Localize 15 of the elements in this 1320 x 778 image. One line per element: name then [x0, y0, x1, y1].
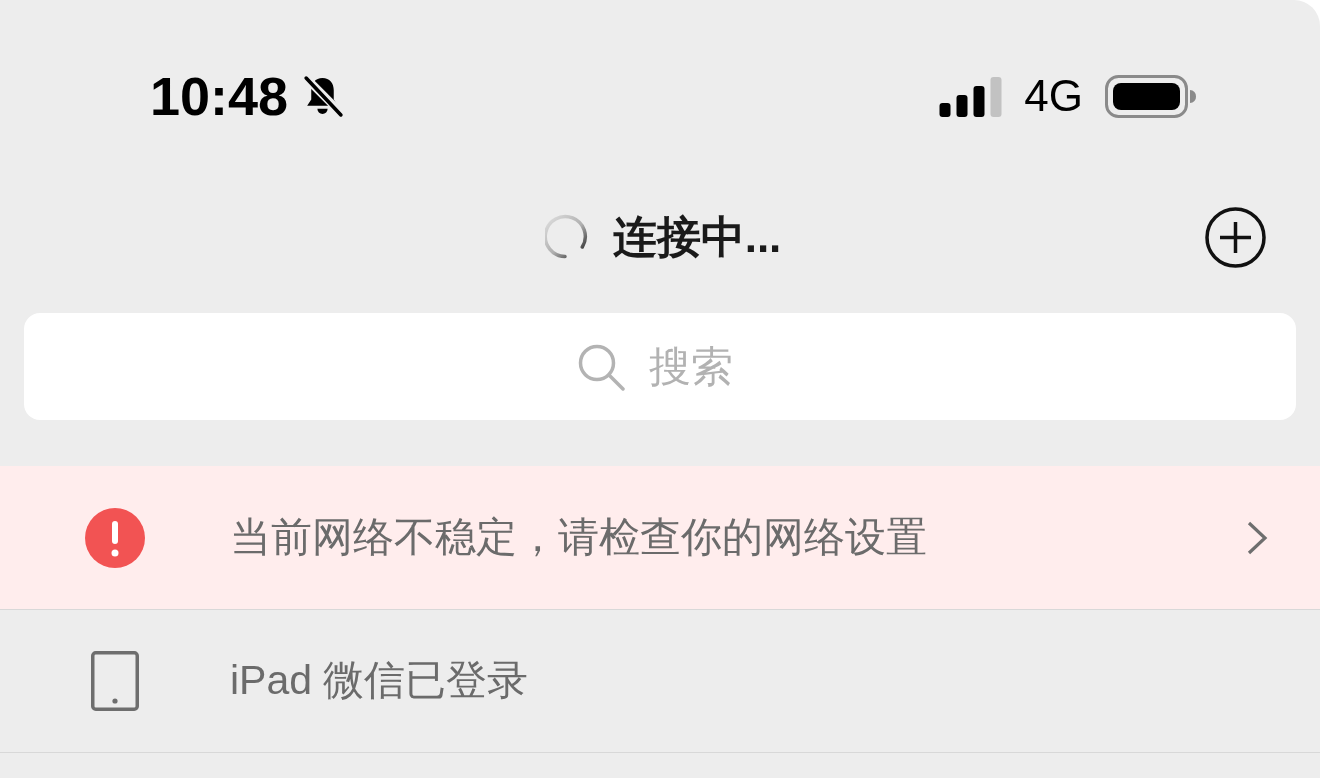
add-icon[interactable]	[1205, 206, 1266, 268]
network-warning-row[interactable]: 当前网络不稳定，请检查你的网络设置	[0, 466, 1320, 610]
battery-icon	[1105, 74, 1197, 118]
exclamation-alert-icon	[85, 507, 145, 568]
device-login-text: iPad 微信已登录	[230, 656, 530, 706]
chevron-right-icon	[1247, 520, 1268, 555]
signal-icon	[939, 77, 1003, 117]
warning-text: 当前网络不稳定，请检查你的网络设置	[230, 512, 928, 562]
nav-title: 连接中...	[612, 210, 782, 263]
network-type: 4G	[1024, 74, 1083, 118]
tablet-icon	[91, 651, 139, 711]
search-icon	[576, 342, 625, 391]
device-login-row[interactable]: iPad 微信已登录	[0, 610, 1320, 753]
search-input[interactable]: 搜索	[648, 342, 744, 391]
status-time: 10:48	[150, 69, 289, 123]
